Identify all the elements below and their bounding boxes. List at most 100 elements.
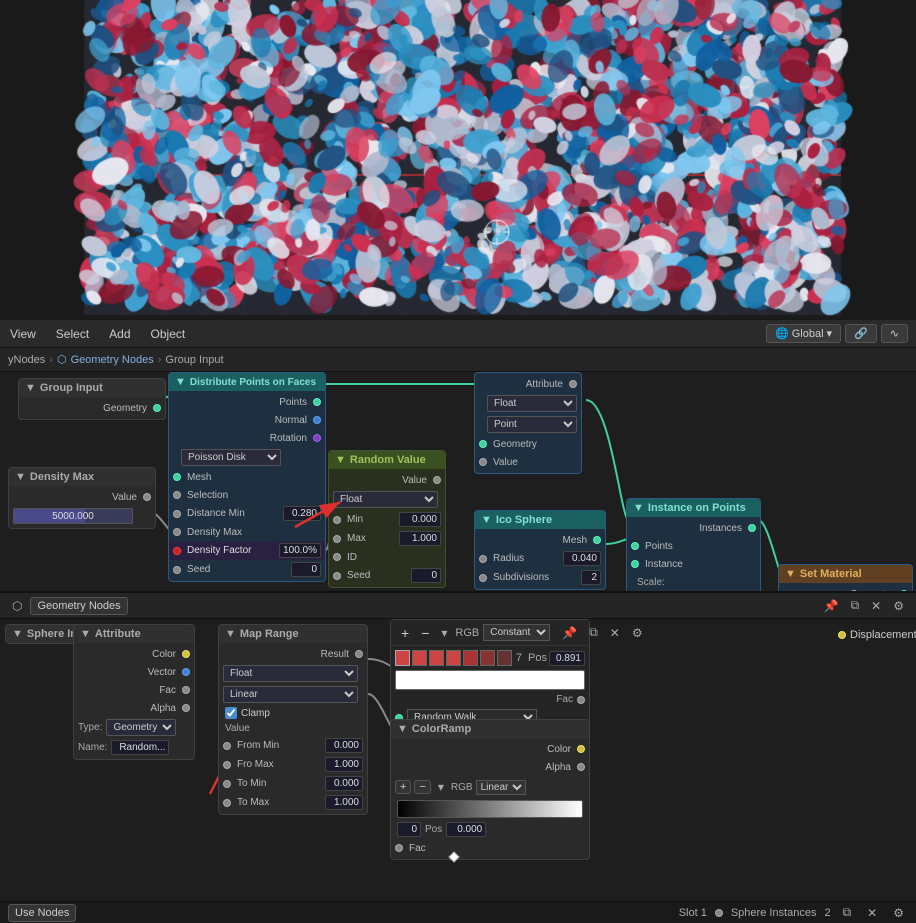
max-input[interactable] — [399, 531, 441, 546]
group-input-header: ▼ Group Input — [19, 379, 165, 397]
transform-dropdown[interactable]: 🌐 Global ▾ — [766, 324, 841, 343]
attribute-row: Attribute — [475, 375, 581, 393]
node-attribute-bottom: ▼ Attribute Color Vector Fac Alpha — [73, 624, 195, 760]
inst-instance-socket — [631, 560, 639, 568]
method-select[interactable]: Poisson Disk Random — [181, 449, 281, 466]
menu-select[interactable]: Select — [46, 323, 99, 345]
pin-icon[interactable]: 📌 — [820, 597, 843, 615]
distribute-densmax-row: Density Max — [169, 523, 325, 541]
collapse-icon4: ▼ — [335, 454, 346, 466]
color-slot-4[interactable] — [446, 650, 461, 666]
colorramp-gradient[interactable] — [397, 800, 583, 818]
ico-radius-input[interactable] — [563, 551, 601, 566]
menu-add[interactable]: Add — [99, 323, 140, 345]
cr-pos-input[interactable] — [446, 822, 486, 837]
sub-close-btn[interactable]: ✕ — [606, 624, 624, 642]
bottom-tab-geo-nodes[interactable]: Geometry Nodes — [30, 597, 127, 615]
top-menubar: View Select Add Object 🌐 Global ▾ 🔗 ∿ — [0, 320, 916, 348]
seed-input[interactable] — [291, 562, 321, 577]
random-seed-row: Seed — [329, 566, 445, 585]
tomax-input[interactable] — [325, 795, 363, 810]
node-editor-icon[interactable]: ⬡ — [8, 597, 26, 615]
status-socket — [715, 909, 723, 917]
densfactor-input[interactable] — [279, 543, 321, 558]
cr-remove-btn[interactable]: − — [414, 780, 430, 794]
densmax-val-socket — [143, 493, 151, 501]
random-id-row: ID — [329, 548, 445, 566]
sub-add-btn[interactable]: + — [397, 623, 413, 643]
tomin-input[interactable] — [325, 776, 363, 791]
frommin-input[interactable] — [325, 738, 363, 753]
cr-linear-select[interactable]: Linear — [476, 780, 526, 795]
random-type-select[interactable]: Float Integer Vector Boolean — [333, 491, 438, 508]
sub-mode-select[interactable]: Constant Linear — [483, 624, 550, 641]
color-slot-3[interactable] — [429, 650, 444, 666]
maprange-float-select[interactable]: Float — [223, 665, 358, 682]
menu-view[interactable]: View — [0, 323, 46, 345]
color-slot-6[interactable] — [480, 650, 495, 666]
method-dropdown-row: Poisson Disk Random — [169, 447, 325, 468]
clamp-checkbox[interactable] — [225, 707, 237, 719]
selection-socket — [173, 491, 181, 499]
sub-copy-btn[interactable]: ⧉ — [585, 623, 602, 642]
status-icon-2[interactable]: ✕ — [863, 904, 881, 922]
copy-icon[interactable]: ⧉ — [847, 596, 864, 615]
node-group-input: ▼ Group Input Geometry — [18, 378, 166, 420]
min-input[interactable] — [399, 512, 441, 527]
ico-subdiv-row: Subdivisions — [475, 568, 605, 587]
ico-subdiv-input[interactable] — [581, 570, 601, 585]
rand-seed-input[interactable] — [411, 568, 441, 583]
snap-btn[interactable]: 🔗 — [845, 324, 877, 343]
3d-viewport[interactable] — [0, 0, 916, 320]
attr-vec-socket — [182, 668, 190, 676]
frommax-input[interactable] — [325, 757, 363, 772]
node-map-range-bottom: ▼ Map Range Result Float Lin — [218, 624, 368, 815]
breadcrumb-root[interactable]: yNodes — [8, 354, 45, 366]
sub-arrow-btn[interactable]: ▾ — [437, 624, 451, 642]
pos-input[interactable] — [549, 651, 585, 666]
menu-object[interactable]: Object — [141, 323, 196, 345]
breadcrumb-mid[interactable]: Geometry Nodes — [71, 354, 154, 366]
cr-toolbar: + − ▾ RGB Linear — [391, 776, 589, 798]
ico-sub-socket — [479, 574, 487, 582]
use-nodes-btn[interactable]: Use Nodes — [8, 904, 76, 922]
close-icon[interactable]: ✕ — [867, 597, 885, 615]
status-icon-1[interactable]: ⧉ — [839, 903, 856, 922]
maprange-linear-select[interactable]: Linear — [223, 686, 358, 703]
frommin-socket — [223, 742, 231, 750]
attr-name-input[interactable] — [111, 740, 169, 755]
densmax-value-bar[interactable]: 5000.000 — [13, 508, 133, 524]
ico-mesh-output: Mesh — [475, 531, 605, 549]
options-btn[interactable]: ∿ — [881, 324, 908, 343]
bottom-nodes-area: ▼ Sphere Instances ▼ Attribute Color Vec… — [0, 619, 916, 901]
color-slot-7[interactable] — [497, 650, 512, 666]
cr-arrow-btn[interactable]: ▾ — [434, 778, 448, 796]
geo2-socket — [479, 440, 487, 448]
color-slot-2[interactable] — [412, 650, 427, 666]
status-bar: Use Nodes Slot 1 Sphere Instances 2 ⧉ ✕ … — [0, 901, 916, 923]
pos-label-right: Pos — [528, 652, 547, 664]
cr-alpha-socket — [577, 763, 585, 771]
settings-icon[interactable]: ⚙ — [889, 597, 908, 615]
sub-pin-btn[interactable]: 📌 — [558, 624, 581, 642]
cr-slot-input[interactable] — [397, 822, 421, 837]
maprange-clamp-row: Clamp — [219, 705, 367, 721]
point-select[interactable]: Point — [487, 416, 577, 433]
color-slot-5[interactable] — [463, 650, 478, 666]
maprange-value-label: Value — [219, 721, 367, 736]
random-header: ▼ Random Value — [329, 451, 445, 469]
distribute-normal-output: Normal — [169, 411, 325, 429]
attr-alpha-row: Alpha — [74, 699, 194, 717]
densfactor-socket — [173, 547, 181, 555]
float-select[interactable]: Float — [487, 395, 577, 412]
sub-gear-btn[interactable]: ⚙ — [628, 624, 647, 642]
attr-vector-row: Vector — [74, 663, 194, 681]
attr-type-select[interactable]: Geometry — [106, 719, 176, 736]
status-icon-3[interactable]: ⚙ — [889, 904, 908, 922]
densmax-value-row: Value — [9, 488, 155, 506]
color-slot-1[interactable] — [395, 650, 410, 666]
sub-remove-btn[interactable]: − — [417, 623, 433, 643]
distmin-input[interactable] — [283, 506, 321, 521]
instances-output: Instances — [627, 519, 760, 537]
cr-add-btn[interactable]: + — [395, 780, 411, 794]
